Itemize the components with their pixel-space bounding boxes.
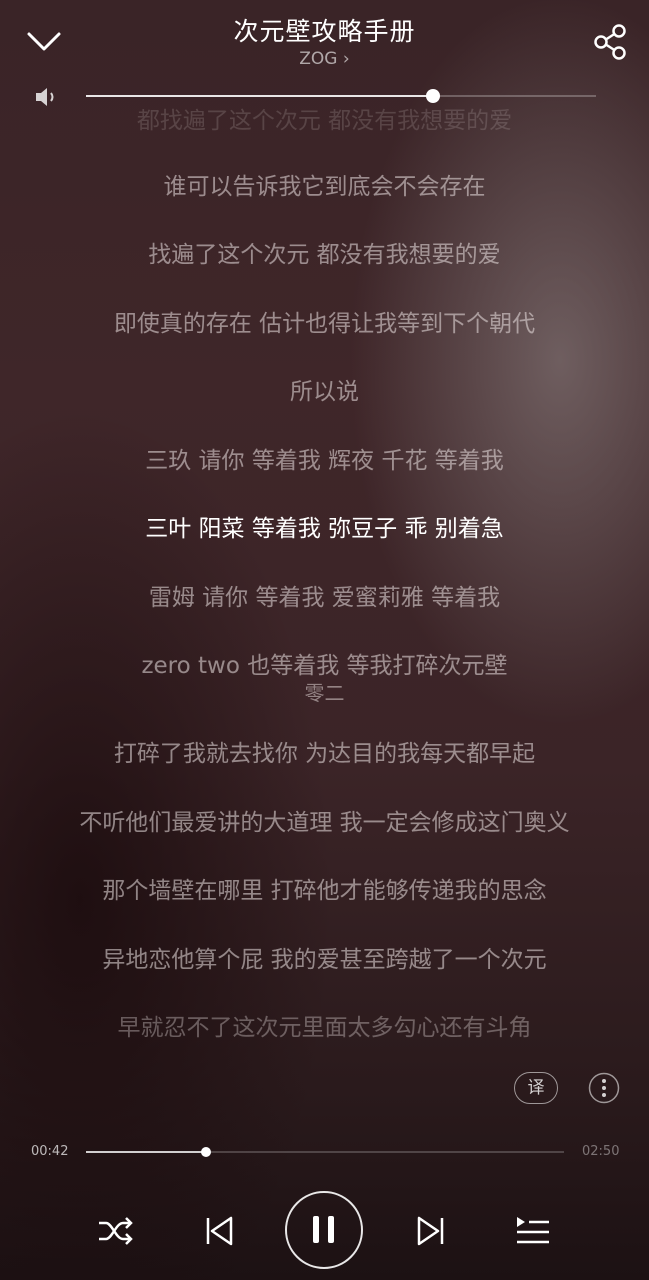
lyric-line: zero two 也等着我 等我打碎次元壁 <box>141 653 508 679</box>
share-button[interactable] <box>590 22 632 62</box>
lyric-line: 三玖 请你 等着我 辉夜 千花 等着我 <box>145 448 504 474</box>
artist-link[interactable]: ZOG › <box>0 49 649 69</box>
lyric-line: 早就忍不了这次元里面太多勾心还有斗角 <box>117 1015 532 1041</box>
chevron-right-icon: › <box>342 49 350 69</box>
previous-button[interactable] <box>202 1213 236 1249</box>
speaker-icon[interactable] <box>34 85 60 109</box>
lyric-translation: 零二 <box>304 681 345 705</box>
lyric-line: 异地恋他算个屁 我的爱甚至跨越了一个次元 <box>102 947 547 973</box>
lyrics-panel[interactable]: 都找遍了这个次元 都没有我想要的爱 谁可以告诉我它到底会不会存在 找遍了这个次元… <box>0 0 649 1050</box>
shuffle-icon <box>99 1217 133 1245</box>
lyric-line: 找遍了这个次元 都没有我想要的爱 <box>148 242 501 268</box>
lyric-line: 不听他们最爱讲的大道理 我一定会修成这门奥义 <box>79 810 570 836</box>
share-icon <box>594 24 626 60</box>
lyric-line: 即使真的存在 估计也得让我等到下个朝代 <box>113 311 536 337</box>
total-time: 02:50 <box>582 1144 620 1159</box>
playlist-button[interactable] <box>513 1213 553 1249</box>
progress-bar[interactable] <box>86 1147 564 1157</box>
lyric-line: 都找遍了这个次元 都没有我想要的爱 <box>136 108 513 134</box>
volume-knob[interactable] <box>425 89 440 103</box>
progress-knob[interactable] <box>200 1147 211 1157</box>
lyric-line: 那个墙壁在哪里 打碎他才能够传递我的思念 <box>102 878 547 904</box>
progress-fill <box>86 1151 206 1153</box>
song-title: 次元壁攻略手册 <box>233 17 416 46</box>
artist-name: ZOG <box>299 49 338 69</box>
next-button[interactable] <box>414 1213 448 1249</box>
lyric-line-current: 三叶 阳菜 等着我 弥豆子 乖 别着急 <box>145 516 504 542</box>
shuffle-button[interactable] <box>96 1213 136 1249</box>
playlist-icon <box>517 1217 549 1244</box>
pause-button[interactable] <box>285 1191 363 1269</box>
more-vertical-icon <box>588 1072 620 1104</box>
pause-icon <box>313 1216 334 1243</box>
lyric-line: 谁可以告诉我它到底会不会存在 <box>163 174 486 200</box>
volume-fill <box>86 95 433 97</box>
lyric-line: 打碎了我就去找你 为达目的我每天都早起 <box>113 741 536 767</box>
skip-next-icon <box>417 1216 444 1246</box>
volume-slider[interactable] <box>86 89 596 103</box>
more-button[interactable] <box>588 1072 620 1104</box>
translate-button[interactable]: 译 <box>514 1072 558 1104</box>
current-time: 00:42 <box>31 1144 69 1159</box>
lyric-line: 所以说 <box>290 379 359 405</box>
skip-previous-icon <box>206 1216 233 1246</box>
lyric-line: 雷姆 请你 等着我 爱蜜莉雅 等着我 <box>148 585 501 611</box>
